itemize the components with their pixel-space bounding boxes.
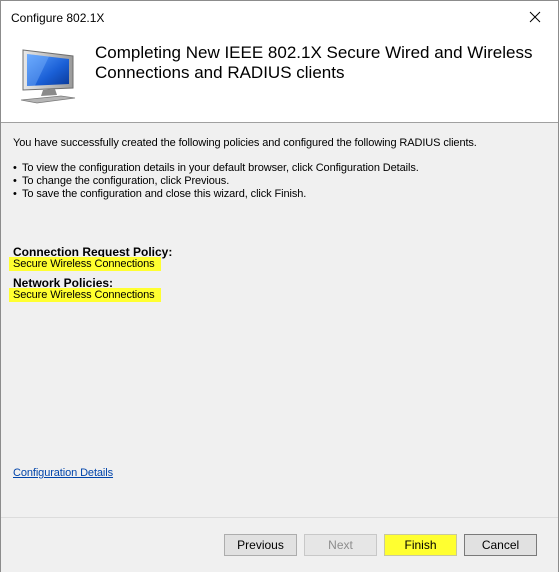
intro-text: You have successfully created the follow… bbox=[13, 137, 477, 149]
computer-monitor-icon bbox=[20, 49, 76, 104]
list-item: To view the configuration details in you… bbox=[13, 162, 419, 175]
close-icon bbox=[529, 11, 541, 23]
connection-request-policy-value: Secure Wireless Connections bbox=[9, 257, 161, 271]
cancel-button[interactable]: Cancel bbox=[464, 534, 537, 556]
list-item: To save the configuration and close this… bbox=[13, 188, 419, 201]
finish-button[interactable]: Finish bbox=[384, 534, 457, 556]
close-button[interactable] bbox=[512, 1, 558, 33]
window-title: Configure 802.1X bbox=[11, 11, 105, 25]
next-button[interactable]: Next bbox=[304, 534, 377, 556]
wizard-content: You have successfully created the follow… bbox=[1, 123, 558, 517]
list-item: To change the configuration, click Previ… bbox=[13, 175, 419, 188]
instruction-list: To view the configuration details in you… bbox=[13, 162, 419, 201]
wizard-title: Completing New IEEE 802.1X Secure Wired … bbox=[95, 43, 533, 82]
wizard-header: Completing New IEEE 802.1X Secure Wired … bbox=[1, 34, 558, 123]
network-policies-value: Secure Wireless Connections bbox=[9, 288, 161, 302]
wizard-window: Configure 802.1X Completing New IEEE 802… bbox=[0, 0, 559, 572]
wizard-footer: Previous Next Finish Cancel bbox=[1, 517, 558, 572]
title-bar[interactable]: Configure 802.1X bbox=[1, 1, 558, 34]
previous-button[interactable]: Previous bbox=[224, 534, 297, 556]
configuration-details-link[interactable]: Configuration Details bbox=[13, 467, 113, 479]
